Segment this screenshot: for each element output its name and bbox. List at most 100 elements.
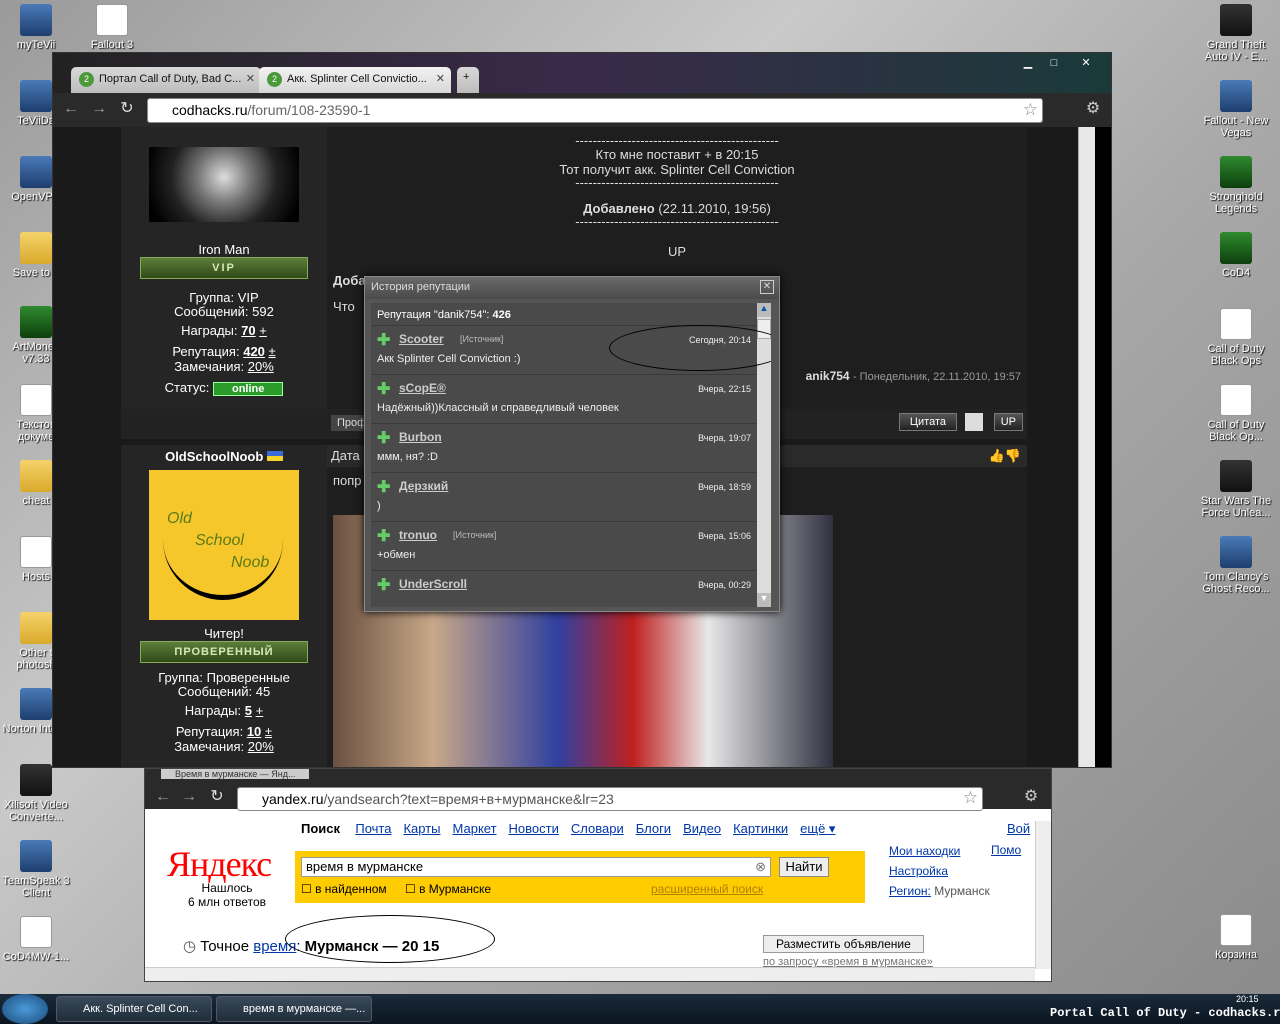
wrench-icon[interactable]: ⚙ [1021, 787, 1041, 807]
settings-link[interactable]: Настройка [889, 861, 990, 881]
close-window-button[interactable]: ✕ [1073, 55, 1099, 71]
taskbar-button-yandex[interactable]: время в мурманске —... [216, 996, 372, 1022]
filter-option[interactable]: ☐ в найденном [301, 882, 387, 896]
rep-user-link[interactable]: Scooter [399, 332, 444, 346]
rep-user-link[interactable]: tronuo [399, 528, 437, 542]
search-input[interactable]: время в мурманске ⊗ [301, 857, 771, 877]
vertical-scrollbar[interactable] [1035, 821, 1051, 969]
back-arrow-icon[interactable]: ← [61, 99, 81, 119]
desktop-icon[interactable]: CoD4MW-1... [0, 916, 72, 963]
nav-market[interactable]: Маркет [453, 821, 497, 836]
warn-label: Замечания: [174, 739, 245, 754]
yandex-logo[interactable]: Яндекс [167, 843, 272, 885]
wrench-icon[interactable]: ⚙ [1083, 99, 1103, 119]
scroll-down-icon[interactable]: ▼ [757, 593, 771, 607]
desktop-icon[interactable]: TeamSpeak 3 Client [0, 840, 72, 899]
back-arrow-icon[interactable]: ← [153, 787, 173, 807]
rep-user-link[interactable]: sCopE® [399, 381, 446, 395]
warn-value[interactable]: 20% [248, 359, 274, 374]
address-bar[interactable]: codhacks.ru/forum/108-23590-1 ☆ [147, 98, 1043, 123]
clock[interactable]: 20:15 [1236, 994, 1259, 1004]
rep-value[interactable]: 420 [243, 344, 265, 359]
region-label[interactable]: Регион: [889, 884, 931, 898]
desktop-icon[interactable]: Xilisoft Video Converte... [0, 764, 72, 823]
nav-video[interactable]: Видео [683, 821, 721, 836]
tab-yandex[interactable]: Время в мурманске — Янд... [161, 769, 310, 779]
nav-more[interactable]: ещё ▾ [800, 821, 835, 836]
clear-icon[interactable]: ⊗ [755, 859, 766, 875]
add-award-link[interactable]: + [259, 323, 267, 338]
nav-maps[interactable]: Карты [403, 821, 440, 836]
rep-user-link[interactable]: UnderScroll [399, 577, 467, 591]
reload-icon[interactable]: ↻ [117, 99, 137, 119]
post-partial-text: Что [333, 299, 355, 314]
taskbar-button-forum[interactable]: Акк. Splinter Cell Con... [56, 996, 212, 1022]
post2-username[interactable]: OldSchoolNoob [165, 449, 263, 464]
quote-button[interactable]: Цитата [898, 413, 957, 431]
add-rep-link[interactable]: ± [269, 344, 276, 359]
desktop-icon[interactable]: Корзина [1200, 914, 1272, 961]
url-path: /yandsearch?text=время+в+мурманске&lr=23 [323, 791, 614, 807]
star-bookmark-icon[interactable]: ☆ [1023, 100, 1038, 120]
desktop-icon-label: Grand Theft Auto IV - E... [1204, 39, 1268, 63]
reload-icon[interactable]: ↻ [207, 787, 227, 807]
tab-splinter-cell[interactable]: 2 Акк. Splinter Cell Convictio... ✕ [259, 67, 451, 93]
warn-value[interactable]: 20% [248, 739, 274, 754]
login-link[interactable]: Вой [1007, 821, 1030, 836]
desktop-icon[interactable]: Stronghold Legends [1200, 156, 1272, 215]
find-button[interactable]: Найти [779, 857, 829, 877]
minimize-button[interactable]: ▁ [1015, 55, 1041, 71]
awards-value[interactable]: 5 [245, 703, 252, 718]
desktop-icon[interactable]: Grand Theft Auto IV - E... [1200, 4, 1272, 63]
star-bookmark-icon[interactable]: ☆ [963, 788, 978, 808]
up-button[interactable]: UP [993, 413, 1023, 431]
rep-value[interactable]: 10 [247, 724, 261, 739]
desktop-icon[interactable]: myTeVii [0, 4, 72, 51]
horizontal-scrollbar[interactable] [145, 967, 1035, 981]
add-award-link[interactable]: + [256, 703, 264, 718]
rep-message: Надёжный))Классный и справедливый челове… [377, 402, 619, 414]
nav-news[interactable]: Новости [509, 821, 559, 836]
annotation-circle [285, 915, 495, 963]
desktop-icon[interactable]: Fallout 3 [76, 4, 148, 51]
close-tab-icon[interactable]: ✕ [436, 72, 445, 85]
nav-images[interactable]: Картинки [733, 821, 788, 836]
source-link[interactable]: [Источник] [453, 530, 496, 540]
start-button[interactable] [2, 994, 48, 1024]
page-scrollbar[interactable] [1078, 127, 1095, 767]
awards-value[interactable]: 70 [241, 323, 255, 338]
desktop-icon[interactable]: Call of Duty Black Op... [1200, 384, 1272, 443]
new-tab-button[interactable]: + [457, 67, 479, 93]
message-count: Сообщений: 45 [177, 684, 271, 699]
close-popup-icon[interactable]: ✕ [760, 280, 774, 294]
tab-portal[interactable]: 2 Портал Call of Duty, Bad C... ✕ [71, 67, 261, 93]
desktop-icon[interactable]: Call of Duty Black Ops [1200, 308, 1272, 367]
rep-user-link[interactable]: Дерзкий [399, 479, 448, 493]
close-tab-icon[interactable]: ✕ [246, 72, 255, 85]
desktop-icon[interactable]: Star Wars The Force Unlea... [1200, 460, 1272, 519]
desktop-icon[interactable]: Fallout - New Vegas [1200, 80, 1272, 139]
nav-dictionaries[interactable]: Словари [571, 821, 624, 836]
thumbs-icon[interactable]: 👍👎 [989, 448, 1021, 464]
place-ad-button[interactable]: Разместить объявление [763, 935, 924, 953]
maximize-button[interactable]: □ [1041, 55, 1067, 71]
app-icon [20, 232, 52, 264]
forward-arrow-icon[interactable]: → [179, 787, 199, 807]
nav-mail[interactable]: Почта [355, 821, 391, 836]
filter-option[interactable]: ☐ в Мурманске [405, 882, 491, 896]
app-icon [20, 536, 52, 568]
pm-icon[interactable] [965, 413, 983, 431]
rep-user-link[interactable]: Burbon [399, 430, 442, 444]
author-name[interactable]: anik754 [806, 369, 850, 383]
advanced-search-link[interactable]: расширенный поиск [651, 882, 763, 896]
help-link[interactable]: Помо [991, 843, 1021, 857]
add-rep-link[interactable]: ± [265, 724, 272, 739]
nav-blogs[interactable]: Блоги [636, 821, 671, 836]
forward-arrow-icon[interactable]: → [89, 99, 109, 119]
scroll-up-icon[interactable]: ▲ [757, 303, 771, 317]
source-link[interactable]: [Источник] [460, 334, 503, 344]
desktop-icon[interactable]: Tom Clancy's Ghost Reco... [1200, 536, 1272, 595]
address-bar[interactable]: yandex.ru/yandsearch?text=время+в+мурман… [237, 787, 983, 811]
my-finds-link[interactable]: Мои находки [889, 841, 990, 861]
desktop-icon[interactable]: CoD4 [1200, 232, 1272, 279]
